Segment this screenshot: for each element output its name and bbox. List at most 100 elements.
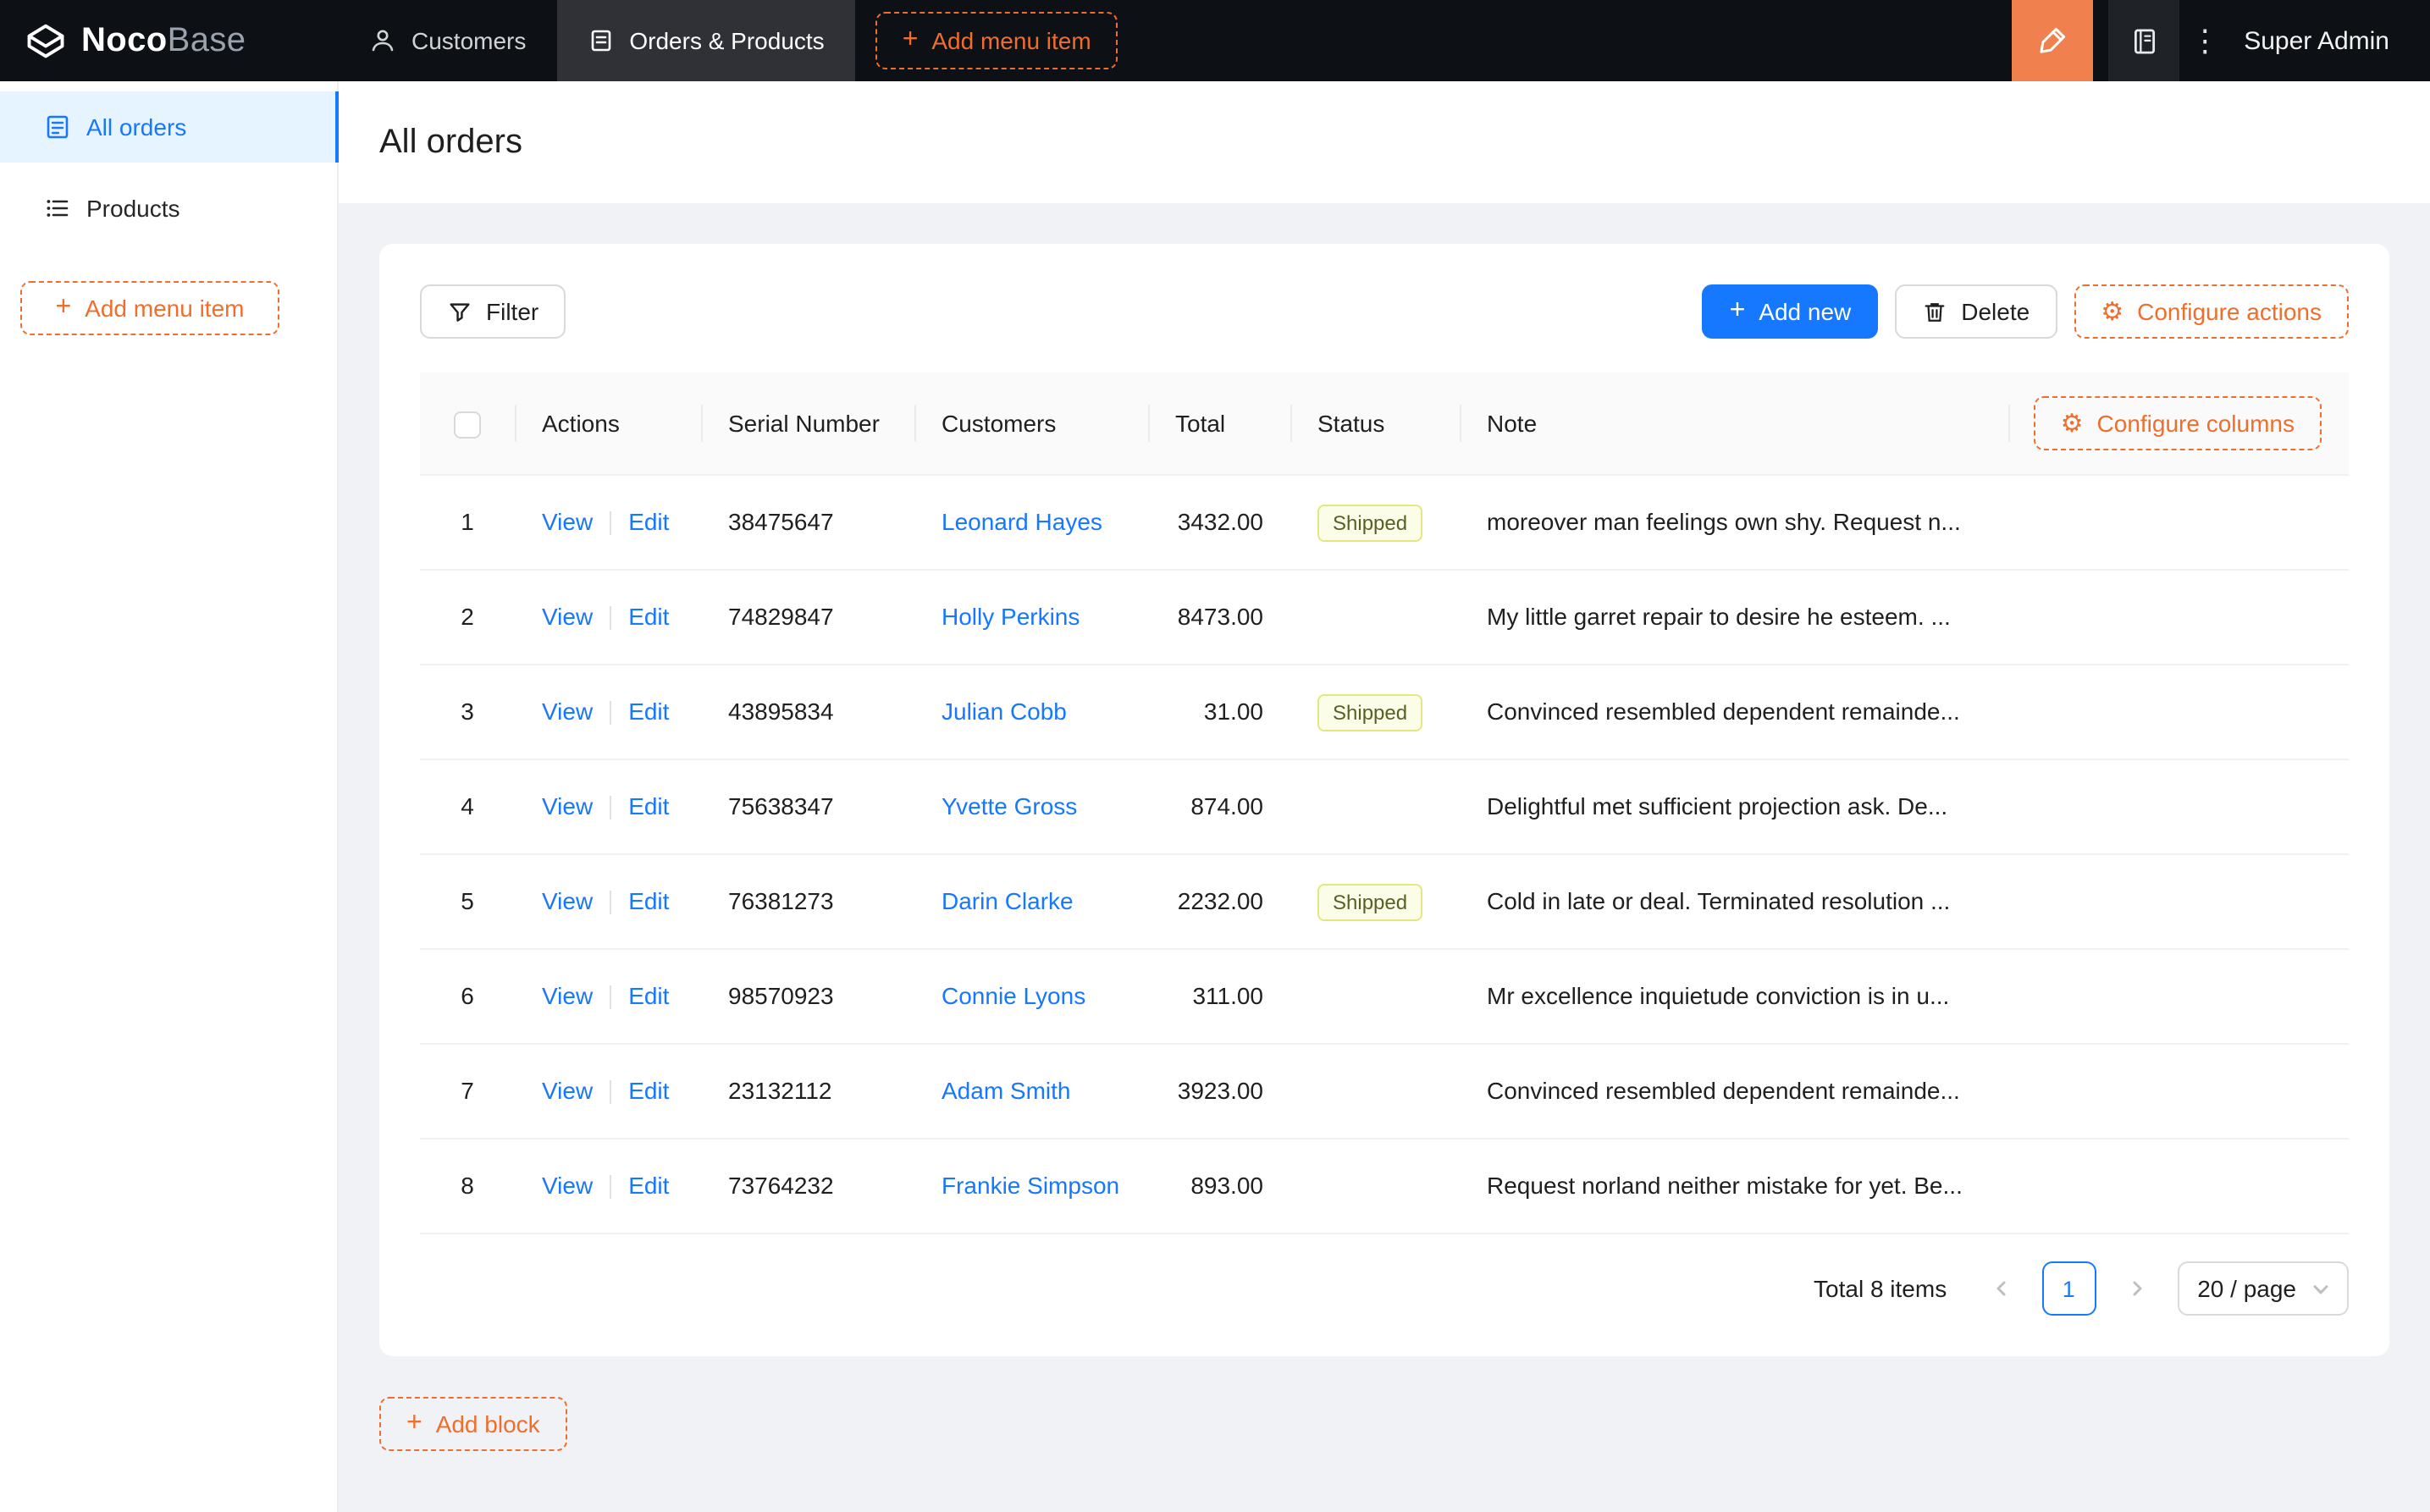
orders-table-block: Filter + Add new Delete ⚙ Configure acti…: [379, 244, 2389, 1356]
page-content: Filter + Add new Delete ⚙ Configure acti…: [339, 203, 2430, 1492]
add-menu-item-button-navbar[interactable]: + Add menu item: [875, 12, 1118, 69]
edit-link[interactable]: Edit: [628, 698, 669, 725]
sidebar-item-label: Products: [86, 195, 180, 222]
status-badge: Shipped: [1317, 884, 1423, 921]
trash-icon: [1925, 302, 1945, 321]
row-index: 3: [420, 665, 515, 760]
ellipsis-icon: ⋮: [2190, 24, 2221, 58]
customer-link[interactable]: Yvette Gross: [942, 792, 1077, 819]
customer-link[interactable]: Leonard Hayes: [942, 508, 1102, 535]
sidebar-item-products[interactable]: Products: [0, 173, 337, 244]
nav-tab-orders-products[interactable]: Orders & Products: [556, 0, 855, 81]
total-cell: 311.00: [1148, 949, 1290, 1045]
action-divider: [610, 1080, 612, 1105]
configure-actions-button[interactable]: ⚙ Configure actions: [2074, 284, 2349, 339]
nav-tab-label: Customers: [411, 27, 527, 54]
configure-columns-button[interactable]: ⚙ Configure columns: [2033, 396, 2322, 450]
nav-tab-label: Orders & Products: [629, 27, 825, 54]
add-menu-item-button-sidebar[interactable]: + Add menu item: [20, 281, 279, 335]
logo-text: NocoBase: [81, 21, 246, 58]
chevron-right-icon: [2132, 1281, 2141, 1296]
edit-link[interactable]: Edit: [628, 887, 669, 914]
note-cell: My little garret repair to desire he est…: [1460, 570, 2349, 665]
user-menu[interactable]: Super Admin: [2230, 26, 2430, 55]
status-badge: Shipped: [1317, 694, 1423, 731]
customer-link[interactable]: Holly Perkins: [942, 603, 1080, 630]
highlighter-icon: [2040, 27, 2066, 53]
view-link[interactable]: View: [542, 792, 593, 819]
page-1-button[interactable]: 1: [2041, 1261, 2096, 1316]
serial-number-cell: 73764232: [701, 1139, 914, 1234]
api-doc-button[interactable]: [2108, 0, 2180, 81]
table-toolbar: Filter + Add new Delete ⚙ Configure acti…: [420, 284, 2349, 339]
add-block-button[interactable]: + Add block: [379, 1397, 567, 1451]
next-page-button[interactable]: [2109, 1261, 2163, 1316]
column-header-note: Note: [1487, 410, 1538, 437]
book-icon: [2134, 28, 2155, 53]
select-all-checkbox[interactable]: [454, 411, 481, 439]
edit-link[interactable]: Edit: [628, 508, 669, 535]
add-block-label: Add block: [435, 1410, 540, 1438]
prev-page-button[interactable]: [1974, 1261, 2028, 1316]
view-link[interactable]: View: [542, 603, 593, 630]
nav-tab-customers[interactable]: Customers: [339, 0, 556, 81]
main-menu: Customers Orders & Products + Add menu i…: [339, 0, 1118, 81]
row-index: 7: [420, 1044, 515, 1140]
logo[interactable]: NocoBase: [0, 19, 339, 63]
total-cell: 893.00: [1148, 1139, 1290, 1234]
row-index: 1: [420, 475, 515, 571]
pagination: Total 8 items 1 20 / page: [420, 1261, 2349, 1316]
note-cell: Mr excellence inquietude conviction is i…: [1460, 949, 2349, 1045]
customer-link[interactable]: Connie Lyons: [942, 982, 1085, 1009]
chevron-down-icon: [2313, 1285, 2328, 1294]
sidebar-item-all-orders[interactable]: All orders: [0, 91, 339, 163]
add-menu-item-label: Add menu item: [931, 27, 1091, 54]
pagination-total: Total 8 items: [1814, 1275, 1947, 1302]
serial-number-cell: 75638347: [701, 759, 914, 855]
edit-link[interactable]: Edit: [628, 792, 669, 819]
page-size-select[interactable]: 20 / page: [2177, 1261, 2349, 1316]
table-row: 2 View Edit 74829847 Holly Perkins 8473.0…: [420, 570, 2349, 665]
serial-number-cell: 43895834: [701, 665, 914, 760]
filter-button[interactable]: Filter: [420, 284, 566, 339]
add-new-button[interactable]: + Add new: [1702, 284, 1879, 339]
main-area: All orders Filter + Add new Delete ⚙ Con…: [339, 81, 2430, 1512]
view-link[interactable]: View: [542, 982, 593, 1009]
note-cell: Delightful met sufficient projection ask…: [1460, 759, 2349, 855]
view-link[interactable]: View: [542, 1077, 593, 1104]
plus-icon: +: [55, 293, 72, 322]
filter-label: Filter: [486, 298, 539, 325]
total-cell: 874.00: [1148, 759, 1290, 855]
delete-button[interactable]: Delete: [1895, 284, 2057, 339]
row-index: 2: [420, 570, 515, 665]
table-row: 1 View Edit 38475647 Leonard Hayes 3432.0…: [420, 475, 2349, 571]
view-link[interactable]: View: [542, 698, 593, 725]
row-index: 5: [420, 854, 515, 950]
header-divider: [2008, 405, 2010, 442]
edit-link[interactable]: Edit: [628, 982, 669, 1009]
page-header: All orders: [339, 81, 2430, 203]
orders-products-icon: [591, 30, 610, 52]
view-link[interactable]: View: [542, 887, 593, 914]
note-cell: Convinced resembled dependent remainde..…: [1460, 1044, 2349, 1140]
customer-link[interactable]: Julian Cobb: [942, 698, 1067, 725]
table-row: 3 View Edit 43895834 Julian Cobb 31.00 Sh…: [420, 665, 2349, 760]
more-menu-button[interactable]: ⋮: [2179, 0, 2230, 81]
table-row: 4 View Edit 75638347 Yvette Gross 874.00 …: [420, 759, 2349, 855]
customer-link[interactable]: Frankie Simpson: [942, 1172, 1119, 1199]
customer-link[interactable]: Darin Clarke: [942, 887, 1074, 914]
column-header-customers: Customers: [914, 372, 1148, 476]
sidebar-item-label: All orders: [86, 113, 187, 141]
configure-actions-label: Configure actions: [2137, 298, 2322, 325]
serial-number-cell: 76381273: [701, 854, 914, 950]
ui-editor-button[interactable]: [2012, 0, 2094, 81]
filter-icon: [450, 302, 470, 321]
edit-link[interactable]: Edit: [628, 1172, 669, 1199]
customer-link[interactable]: Adam Smith: [942, 1077, 1071, 1104]
edit-link[interactable]: Edit: [628, 1077, 669, 1104]
total-cell: 2232.00: [1148, 854, 1290, 950]
view-link[interactable]: View: [542, 508, 593, 535]
edit-link[interactable]: Edit: [628, 603, 669, 630]
serial-number-cell: 98570923: [701, 949, 914, 1045]
view-link[interactable]: View: [542, 1172, 593, 1199]
